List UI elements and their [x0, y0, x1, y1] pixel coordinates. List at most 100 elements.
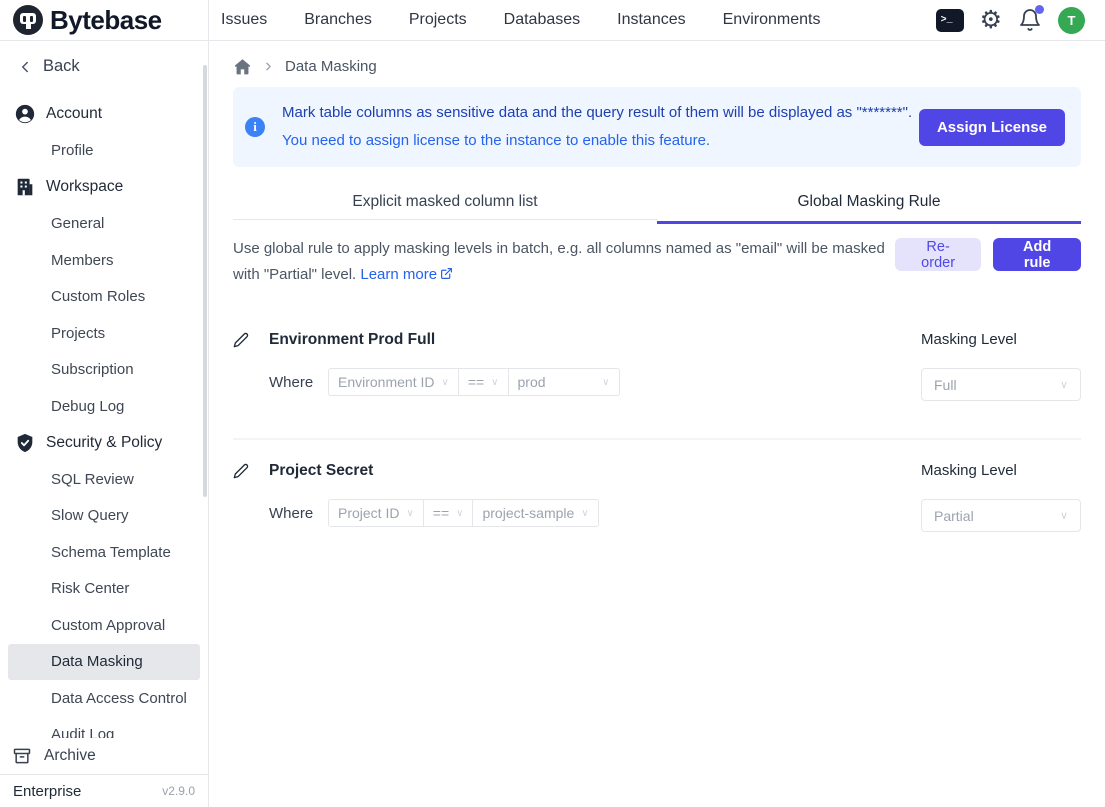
archive-button[interactable]: Archive	[0, 738, 208, 774]
tab-global-masking-rule[interactable]: Global Masking Rule	[657, 184, 1081, 224]
learn-more-link[interactable]: Learn more	[360, 266, 437, 283]
condition-operator-select[interactable]: ==∨	[424, 499, 474, 527]
section-account-label: Account	[46, 105, 102, 123]
brand-logo[interactable]: Bytebase	[0, 0, 209, 41]
rule-title: Project Secret	[269, 462, 373, 480]
rules-intro: Use global rule to apply masking levels …	[233, 236, 1081, 288]
section-security-policy-label: Security & Policy	[46, 434, 162, 452]
sidebar-item-risk-center[interactable]: Risk Center	[8, 571, 200, 608]
sidebar-item-profile[interactable]: Profile	[8, 133, 200, 170]
section-security-policy: Security & Policy	[0, 425, 208, 462]
masking-rule-card: Project Secret Where Project ID∨ ==∨ pro…	[233, 459, 1081, 532]
chevron-down-icon: ∨	[441, 377, 448, 388]
nav-environments[interactable]: Environments	[723, 11, 821, 29]
nav-projects[interactable]: Projects	[409, 11, 467, 29]
chevron-down-icon: ∨	[1060, 378, 1068, 391]
sidebar-item-sql-review[interactable]: SQL Review	[8, 461, 200, 498]
breadcrumb-current: Data Masking	[285, 58, 377, 75]
archive-label: Archive	[44, 747, 96, 765]
back-label: Back	[43, 57, 80, 76]
sidebar-item-data-access-control[interactable]: Data Access Control	[8, 680, 200, 717]
sidebar-item-debug-log[interactable]: Debug Log	[8, 388, 200, 425]
tab-explicit-masked-column-list[interactable]: Explicit masked column list	[233, 184, 657, 224]
back-button[interactable]: Back	[0, 41, 208, 96]
sidebar-item-custom-approval[interactable]: Custom Approval	[8, 607, 200, 644]
bytebase-app: Bytebase Issues Branches Projects Databa…	[0, 0, 1105, 807]
condition-field-select[interactable]: Environment ID∨	[328, 368, 459, 396]
sidebar-item-custom-roles[interactable]: Custom Roles	[8, 279, 200, 316]
sidebar-item-projects[interactable]: Projects	[8, 315, 200, 352]
masking-level-label: Masking Level	[921, 328, 1081, 352]
sidebar-item-schema-template[interactable]: Schema Template	[8, 534, 200, 571]
rule-condition: Where Project ID∨ ==∨ project-sample∨	[233, 499, 921, 527]
sidebar-scrollbar[interactable]	[203, 65, 207, 497]
sidebar-item-data-masking[interactable]: Data Masking	[8, 644, 200, 681]
rule-left: Environment Prod Full Where Environment …	[233, 328, 921, 401]
home-icon[interactable]	[233, 57, 252, 76]
where-label: Where	[269, 374, 315, 391]
external-link-icon	[440, 267, 453, 280]
masking-rule-card: Environment Prod Full Where Environment …	[233, 328, 1081, 401]
nav-databases[interactable]: Databases	[504, 11, 581, 29]
intro-text: Use global rule to apply masking levels …	[233, 236, 895, 288]
main-nav: Issues Branches Projects Databases Insta…	[221, 11, 820, 29]
settings-sidebar: Back Account Profile Workspace General M…	[0, 41, 209, 807]
banner-line1: Mark table columns as sensitive data and…	[282, 99, 912, 127]
notifications-bell[interactable]	[1018, 8, 1042, 32]
nav-instances[interactable]: Instances	[617, 11, 685, 29]
reorder-button[interactable]: Re-order	[895, 238, 981, 271]
sidebar-item-slow-query[interactable]: Slow Query	[8, 498, 200, 535]
condition-field-select[interactable]: Project ID∨	[328, 499, 424, 527]
user-icon	[14, 103, 36, 125]
section-workspace: Workspace	[0, 169, 208, 206]
banner-line2: You need to assign license to the instan…	[282, 127, 912, 155]
rule-left: Project Secret Where Project ID∨ ==∨ pro…	[233, 459, 921, 532]
breadcrumb: Data Masking	[233, 54, 1081, 78]
condition-value-select[interactable]: project-sample∨	[473, 499, 598, 527]
intro-description: Use global rule to apply masking levels …	[233, 240, 885, 283]
banner-text: Mark table columns as sensitive data and…	[282, 99, 912, 155]
rule-right: Masking Level Full∨	[921, 328, 1081, 401]
where-label: Where	[269, 505, 315, 522]
condition-operator-select[interactable]: ==∨	[459, 368, 509, 396]
assign-license-button[interactable]: Assign License	[919, 109, 1065, 146]
rule-title: Environment Prod Full	[269, 331, 435, 349]
license-banner: i Mark table columns as sensitive data a…	[233, 87, 1081, 167]
masking-tabs: Explicit masked column list Global Maski…	[233, 184, 1081, 224]
sidebar-item-general[interactable]: General	[8, 206, 200, 243]
sidebar-item-members[interactable]: Members	[8, 242, 200, 279]
section-workspace-label: Workspace	[46, 178, 123, 196]
nav-issues[interactable]: Issues	[221, 11, 267, 29]
condition-value-select[interactable]: prod∨	[509, 368, 620, 396]
chevron-down-icon: ∨	[406, 508, 413, 519]
rule-divider	[233, 438, 1081, 440]
masking-level-label: Masking Level	[921, 459, 1081, 483]
chevron-down-icon: ∨	[456, 508, 463, 519]
masking-level-select[interactable]: Full∨	[921, 368, 1081, 401]
edit-pencil-icon[interactable]	[233, 332, 249, 348]
info-icon: i	[245, 117, 265, 137]
chevron-right-icon	[262, 60, 275, 73]
sidebar-item-subscription[interactable]: Subscription	[8, 352, 200, 389]
plan-footer: Enterprise v2.9.0	[0, 774, 208, 807]
gear-icon[interactable]: ⚙	[980, 8, 1002, 33]
nav-branches[interactable]: Branches	[304, 11, 372, 29]
header-actions: >_ ⚙ T	[936, 7, 1105, 34]
notification-dot	[1035, 5, 1044, 14]
masking-level-select[interactable]: Partial∨	[921, 499, 1081, 532]
sql-editor-terminal-icon[interactable]: >_	[936, 9, 964, 32]
avatar[interactable]: T	[1058, 7, 1085, 34]
rule-condition: Where Environment ID∨ ==∨ prod∨	[233, 368, 921, 396]
shield-check-icon	[14, 432, 36, 454]
building-icon	[14, 176, 36, 198]
brand-name: Bytebase	[50, 5, 162, 36]
edit-pencil-icon[interactable]	[233, 463, 249, 479]
chevron-down-icon: ∨	[581, 508, 588, 519]
rule-right: Masking Level Partial∨	[921, 459, 1081, 532]
section-account: Account	[0, 96, 208, 133]
plan-name: Enterprise	[13, 783, 81, 800]
main-content: Data Masking i Mark table columns as sen…	[210, 41, 1105, 807]
add-rule-button[interactable]: Add rule	[993, 238, 1081, 271]
archive-icon	[12, 746, 32, 766]
top-header: Bytebase Issues Branches Projects Databa…	[0, 0, 1105, 41]
